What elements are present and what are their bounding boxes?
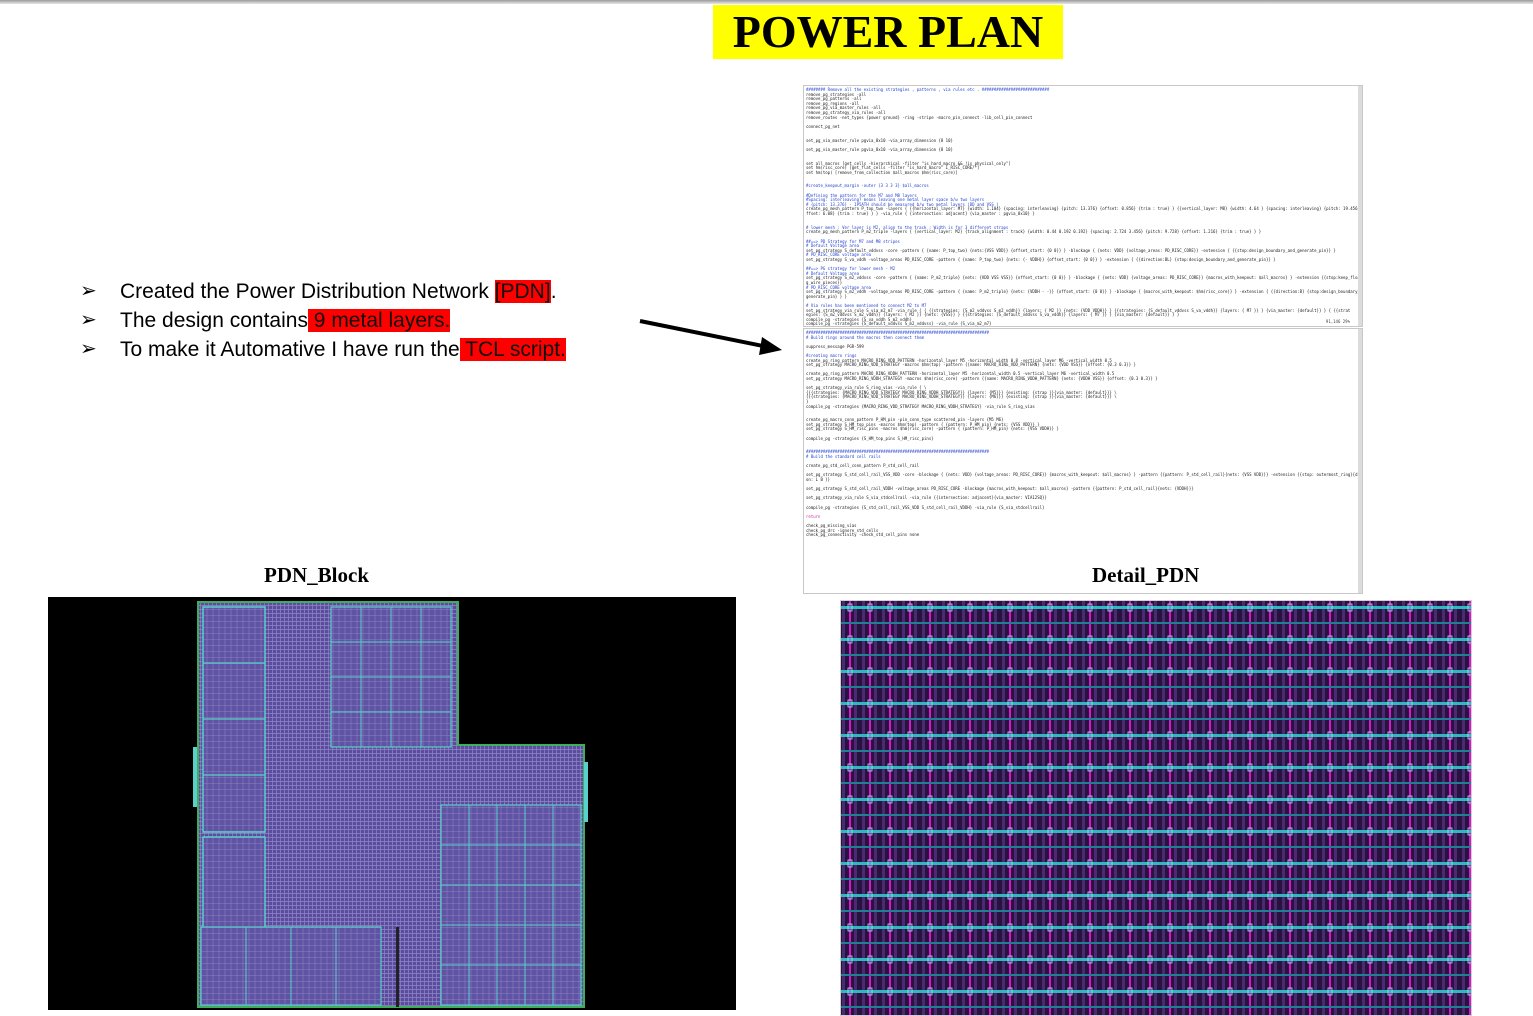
code-lines: ######## Remove all the existing strateg… [806,87,1363,327]
scrollbar [1358,86,1362,326]
bullet-highlight: TCL script. [459,338,566,361]
bullet-text: To make it Automative I have run the TCL… [120,335,566,364]
code-line: set_pg_strategy S_m2_vddh -voltage_areas… [806,289,1363,295]
editor-status: 91,146 29% [1325,319,1350,324]
caption-pdn-block: PDN_Block [264,563,369,587]
arrow-bullet-icon: ➢ [80,280,97,302]
arrow-bullet-icon: ➢ [80,309,97,331]
code-line: compile_pg -strategies {S_default_vddvss… [806,321,992,327]
bullet-text-post: . [550,280,557,303]
bullet-highlight: 9 metal layers. [307,309,451,332]
code-line: set_pg_strategy S_m2_vddvss -core -patte… [806,275,1363,281]
bullet-highlight: [PDN] [494,280,551,303]
bullet-text: The design contains 9 metal layers. [120,306,451,335]
tcl-script-bottom-screenshot: ########################################… [803,328,1363,594]
code-line: set_pg_strategy S_default_vddvss -core -… [806,247,1336,253]
bullet-text: Created the Power Distribution Network [… [120,277,557,306]
pdn-block-layout-image [48,597,736,1010]
code-line: check_pg_connectivity -check_std_cell_pi… [806,532,920,538]
arrow-bullet-icon: ➢ [80,338,97,360]
caption-detail-pdn: Detail_PDN [1092,563,1200,587]
pointer-arrow-icon [639,319,782,355]
scrollbar [1358,329,1362,593]
code-line: set_pg_strategy S_std_cell_rail_VSS_VDD … [806,472,1363,478]
tcl-script-top-screenshot: ######## Remove all the existing strateg… [803,85,1363,327]
code-line: set_pg_strategy S_va_vddh -voltage_areas… [806,256,1276,262]
code-lines: ########################################… [806,330,1363,538]
top-border [0,0,1533,4]
page-title: POWER PLAN [713,5,1063,59]
bullet-text-pre: The design contains [120,309,308,332]
detail-pdn-layout-image [840,600,1472,1016]
bullet-text-pre: To make it Automative I have run the [120,338,460,361]
bullet-text-pre: Created the Power Distribution Network [120,280,495,303]
